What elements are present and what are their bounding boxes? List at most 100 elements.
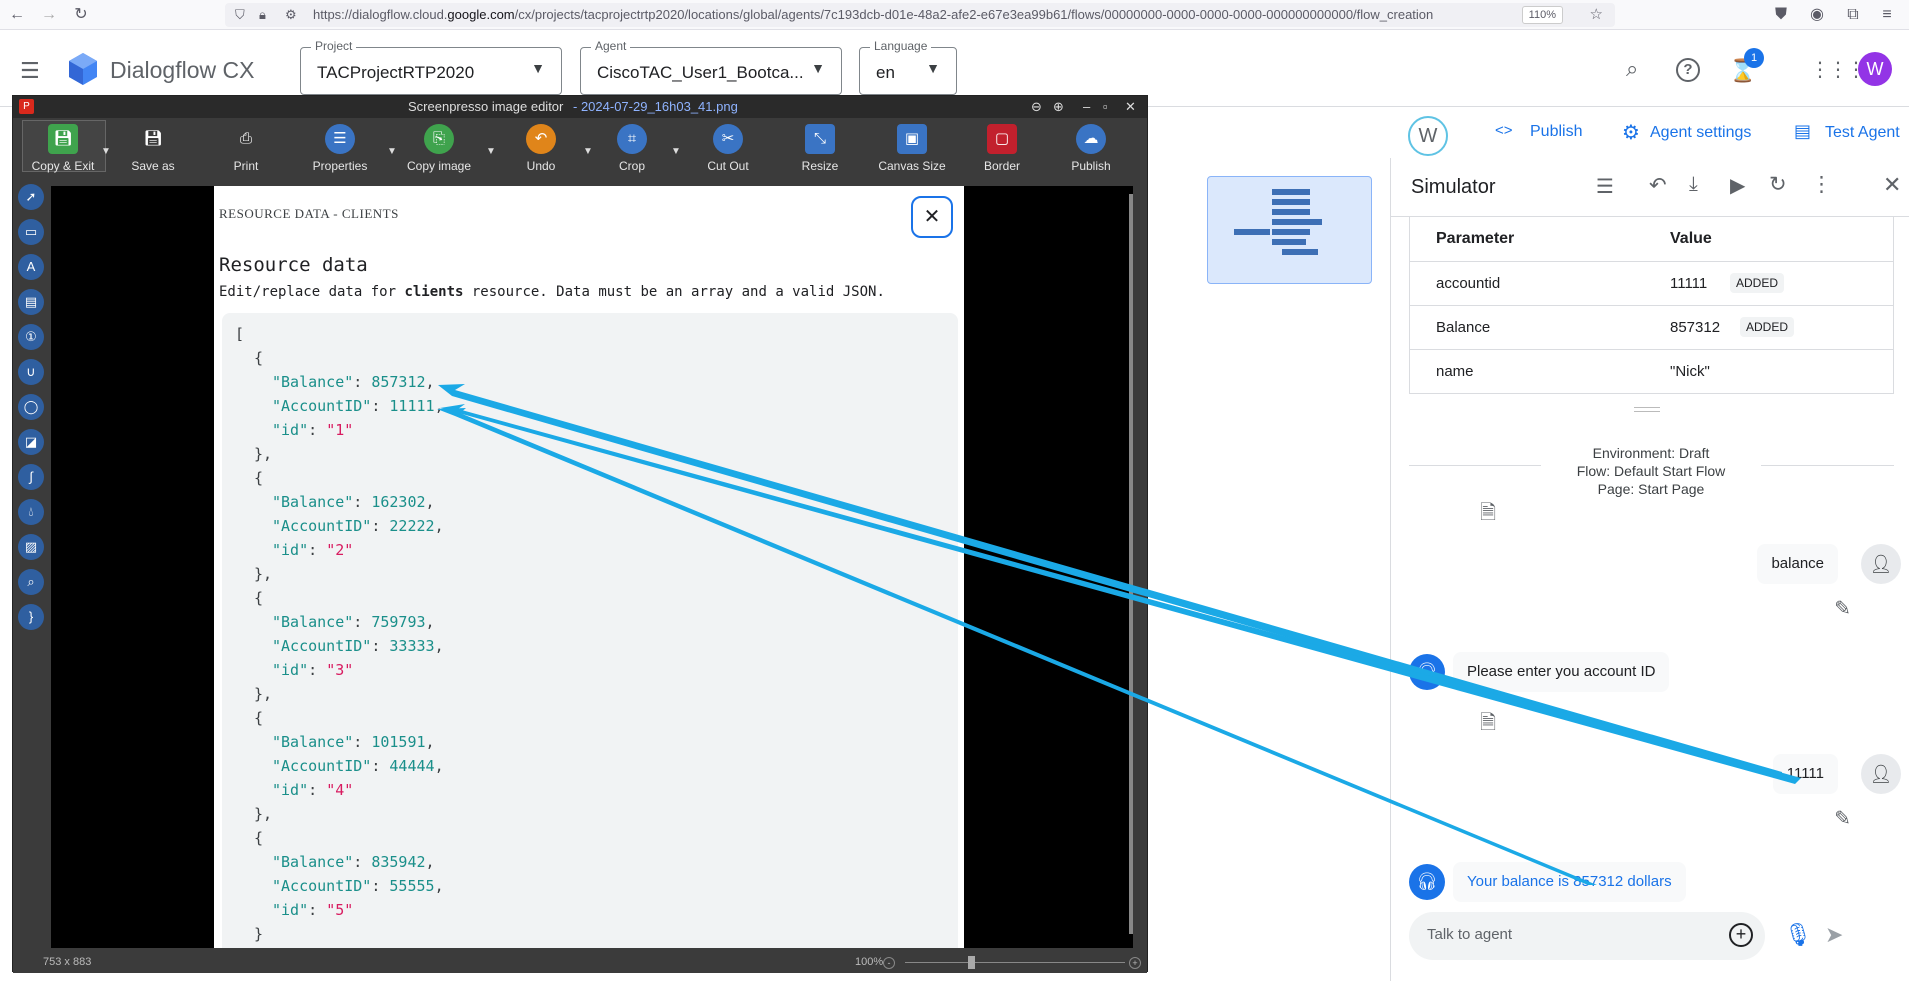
pocket-icon[interactable]: ⛊ — [1770, 4, 1792, 26]
canvas-size-button[interactable]: ▣ Canvas Size — [872, 124, 952, 173]
blur-tool-icon[interactable]: 💧︎ — [18, 499, 44, 525]
undo-icon[interactable]: ↶ — [1649, 173, 1667, 198]
image-canvas[interactable]: RESOURCE DATA - CLIENTS ✕ Resource data … — [51, 186, 1133, 948]
resize-handle[interactable] — [1634, 407, 1660, 412]
close-window-icon[interactable]: ✕ — [1125, 96, 1136, 118]
image-tool-icon[interactable]: ▨ — [18, 534, 44, 560]
permissions-icon[interactable]: ⚙ — [285, 3, 297, 27]
cut-out-button[interactable]: ✂ Cut Out — [688, 124, 768, 173]
search-icon[interactable]: ⌕ — [1626, 56, 1638, 82]
project-selector[interactable]: Project TACProjectRTP2020 ▼ — [300, 39, 562, 95]
user-avatar-icon: 👤︎ — [1861, 754, 1901, 794]
param-name: name — [1436, 363, 1474, 380]
crop-button[interactable]: ⌗ Crop — [592, 124, 672, 173]
screenpresso-titlebar: P Screenpresso image editor - 2024-07-29… — [13, 96, 1147, 118]
callout-tool-icon[interactable]: ▤ — [18, 289, 44, 315]
vertical-scrollbar[interactable] — [1129, 194, 1133, 934]
apps-grid-icon[interactable]: ⋮⋮⋮ — [1810, 57, 1866, 82]
agent-headset-icon: 🎧︎ — [1409, 864, 1445, 900]
edit-pencil-icon[interactable]: ✎ — [1834, 596, 1851, 621]
menu-icon[interactable]: ≡ — [1876, 4, 1898, 26]
flow-canvas[interactable] — [1148, 158, 1390, 981]
user-avatar-icon: 👤︎ — [1861, 544, 1901, 584]
param-value: "Nick" — [1670, 363, 1710, 380]
zoom-slider-thumb[interactable] — [968, 956, 975, 969]
back-icon[interactable]: ← — [6, 4, 28, 26]
play-icon[interactable]: ▶ — [1730, 173, 1745, 198]
extensions-icon[interactable]: ⧉ — [1842, 4, 1864, 26]
add-icon[interactable]: + — [1729, 923, 1753, 947]
publish-image-button[interactable]: ☁ Publish — [1051, 124, 1131, 173]
border-button[interactable]: ▢ Border — [962, 124, 1042, 173]
print-button[interactable]: ⎙ Print — [206, 124, 286, 173]
copy-exit-button[interactable]: 💾︎ Copy & Exit — [23, 124, 103, 173]
collaborator-avatar[interactable]: W — [1408, 116, 1448, 156]
close-icon[interactable]: ✕ — [1883, 172, 1901, 198]
test-agent-button[interactable]: Test Agent — [1825, 124, 1900, 142]
arrow-tool-icon[interactable]: ➚ — [18, 184, 44, 210]
step-number-tool-icon[interactable]: ① — [18, 324, 44, 350]
agent-settings-button[interactable]: Agent settings — [1650, 124, 1751, 142]
chat-icon[interactable]: ▤ — [1794, 121, 1811, 142]
param-name: accountid — [1436, 275, 1501, 292]
reload-icon[interactable]: ↻ — [70, 4, 92, 26]
forward-icon[interactable]: → — [38, 4, 60, 26]
account-icon[interactable]: ◉ — [1806, 4, 1828, 26]
magnifier-tool-icon[interactable]: ⌕ — [18, 569, 44, 595]
bookmark-star-icon[interactable]: ☆ — [1590, 3, 1603, 27]
copy-image-button[interactable]: ⎘ Copy image — [399, 124, 479, 173]
next-icon[interactable]: ⊕ — [1053, 96, 1064, 118]
agent-value: CiscoTAC_User1_Bootca... — [597, 63, 804, 82]
lock-icon[interactable]: 🔒︎ — [259, 3, 266, 27]
drawing-tools: ➚ ▭ A ▤ ① ∪ ◯ ◪ ∫ 💧︎ ▨ ⌕ } — [13, 180, 49, 953]
help-icon[interactable]: ? — [1676, 58, 1700, 82]
language-selector[interactable]: Language en ▼ — [859, 39, 957, 95]
user-avatar[interactable]: W — [1858, 52, 1892, 86]
freehand-tool-icon[interactable]: ∫ — [18, 464, 44, 490]
bracket-tool-icon[interactable]: } — [18, 604, 44, 630]
zoom-indicator[interactable]: 110% — [1521, 6, 1563, 24]
env-line: Environment: Draft — [1592, 445, 1710, 461]
ellipse-tool-icon[interactable]: ◯ — [18, 394, 44, 420]
code-icon[interactable]: <> — [1495, 122, 1513, 139]
maximize-icon[interactable]: ▫ — [1103, 96, 1108, 118]
send-icon[interactable]: ➤ — [1825, 922, 1843, 948]
settings-gear-icon[interactable]: ⚙ — [1622, 120, 1640, 145]
edit-pencil-icon[interactable]: ✎ — [1834, 806, 1851, 831]
environment-info: Environment: Draft Flow: Default Start F… — [1541, 444, 1761, 498]
status-bar: 753 x 883 100% - + — [13, 952, 1147, 973]
minimize-icon[interactable]: – — [1083, 96, 1090, 118]
minimap[interactable] — [1207, 176, 1372, 284]
reset-icon[interactable]: ↻ — [1769, 172, 1787, 197]
save-as-button[interactable]: 💾︎ Save as — [113, 124, 193, 173]
download-icon[interactable]: ⤓ — [1689, 173, 1698, 196]
text-tool-icon[interactable]: A — [18, 254, 44, 280]
zoom-slider[interactable] — [905, 962, 1125, 963]
talk-to-agent-input[interactable]: Talk to agent + — [1409, 912, 1765, 960]
properties-button[interactable]: ☰ Properties — [300, 124, 380, 173]
undo-button[interactable]: ↶ Undo — [501, 124, 581, 173]
highlight-tool-icon[interactable]: ◪ — [18, 429, 44, 455]
shield-icon[interactable]: ⛉ — [235, 3, 245, 27]
info-doc-icon[interactable]: 🗎︎ — [1480, 498, 1496, 532]
microphone-icon[interactable]: 🎙︎ — [1784, 922, 1812, 948]
rectangle-tool-icon[interactable]: ▭ — [18, 219, 44, 245]
json-editor[interactable]: [ { "Balance": 857312, "AccountID": 1111… — [222, 313, 958, 948]
magnet-tool-icon[interactable]: ∪ — [18, 359, 44, 385]
address-bar[interactable]: ⛉ 🔒︎ ⚙ https://dialogflow.cloud.google.c… — [225, 3, 1615, 27]
simulator-title: Simulator — [1411, 176, 1496, 198]
hamburger-menu-icon[interactable]: ☰ — [20, 58, 40, 84]
zoom-in-icon[interactable]: + — [1129, 957, 1141, 969]
resource-data-dialog: RESOURCE DATA - CLIENTS ✕ Resource data … — [214, 186, 964, 948]
prev-icon[interactable]: ⊖ — [1031, 96, 1042, 118]
close-dialog-button[interactable]: ✕ — [911, 196, 953, 238]
more-vert-icon[interactable]: ⋮ — [1811, 172, 1832, 197]
table-header-row: Parameter Value — [1410, 217, 1893, 261]
resize-button[interactable]: ⤡ Resize — [780, 124, 860, 173]
list-icon[interactable]: ☰ — [1596, 174, 1614, 199]
publish-button[interactable]: Publish — [1530, 123, 1582, 141]
agent-selector[interactable]: Agent CiscoTAC_User1_Bootca... ▼ — [580, 39, 842, 95]
zoom-out-icon[interactable]: - — [883, 957, 895, 969]
info-doc-icon[interactable]: 🗎︎ — [1480, 708, 1496, 742]
agent-action-bar: W <> Publish ⚙ Agent settings ▤ Test Age… — [1150, 108, 1909, 158]
